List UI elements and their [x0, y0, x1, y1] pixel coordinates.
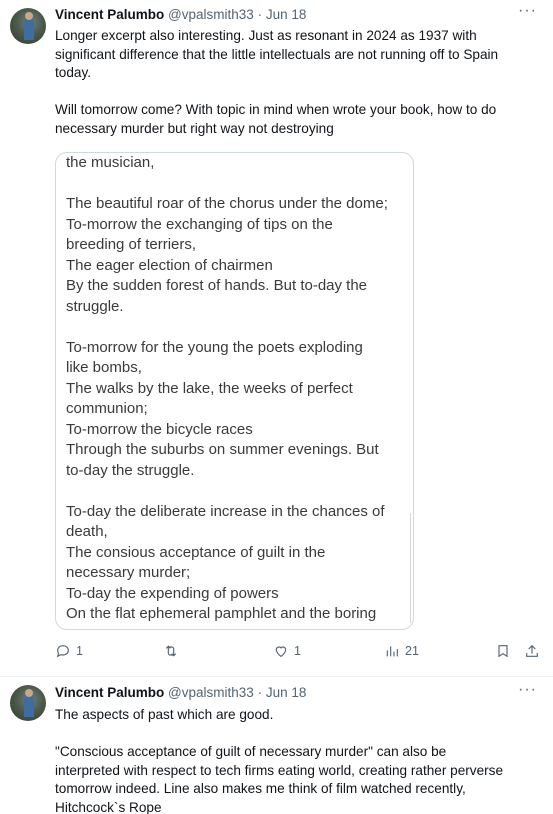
- tweet-actions: 1 1 21: [55, 643, 541, 663]
- poem-excerpt: the musician, The beautiful roar of the …: [66, 154, 388, 622]
- author-handle[interactable]: @vpalsmith33: [168, 7, 254, 22]
- attached-image[interactable]: the musician, The beautiful roar of the …: [55, 152, 414, 630]
- like-button[interactable]: 1: [273, 643, 301, 659]
- avatar[interactable]: [10, 685, 46, 721]
- retweet-button[interactable]: [163, 643, 184, 659]
- tweet-text: The aspects of past which are good. "Con…: [55, 707, 504, 814]
- tweet[interactable]: Vincent Palumbo @vpalsmith33 · Jun 18 ··…: [0, 0, 553, 676]
- like-icon: [275, 646, 287, 658]
- share-button[interactable]: [524, 643, 540, 659]
- reply-icon: [56, 645, 69, 658]
- bookmark-icon: [498, 645, 508, 658]
- reply-count: 1: [76, 644, 83, 658]
- tweet[interactable]: Vincent Palumbo @vpalsmith33 · Jun 18 ··…: [0, 677, 553, 814]
- tweet-header: Vincent Palumbo @vpalsmith33 · Jun 18: [55, 685, 306, 700]
- tweet-date[interactable]: Jun 18: [266, 685, 307, 700]
- bookmark-button[interactable]: [495, 643, 511, 659]
- avatar[interactable]: [10, 8, 46, 44]
- author-handle[interactable]: @vpalsmith33: [168, 685, 254, 700]
- like-count: 1: [294, 644, 301, 658]
- tweet-header: Vincent Palumbo @vpalsmith33 · Jun 18: [55, 7, 306, 22]
- share-icon: [526, 644, 538, 657]
- views-button[interactable]: 21: [384, 643, 419, 659]
- reply-button[interactable]: 1: [55, 643, 83, 659]
- tweet-text: Longer excerpt also interesting. Just as…: [55, 28, 499, 136]
- author-name[interactable]: Vincent Palumbo: [55, 7, 164, 22]
- more-icon[interactable]: ···: [518, 681, 537, 699]
- more-icon[interactable]: ···: [518, 2, 537, 20]
- views-count: 21: [405, 644, 419, 658]
- retweet-icon: [165, 645, 177, 657]
- scrollbar: [410, 513, 411, 623]
- views-icon: [386, 646, 398, 657]
- author-name[interactable]: Vincent Palumbo: [55, 685, 164, 700]
- separator: ·: [257, 7, 263, 22]
- separator: ·: [257, 685, 263, 700]
- tweet-date[interactable]: Jun 18: [266, 7, 307, 22]
